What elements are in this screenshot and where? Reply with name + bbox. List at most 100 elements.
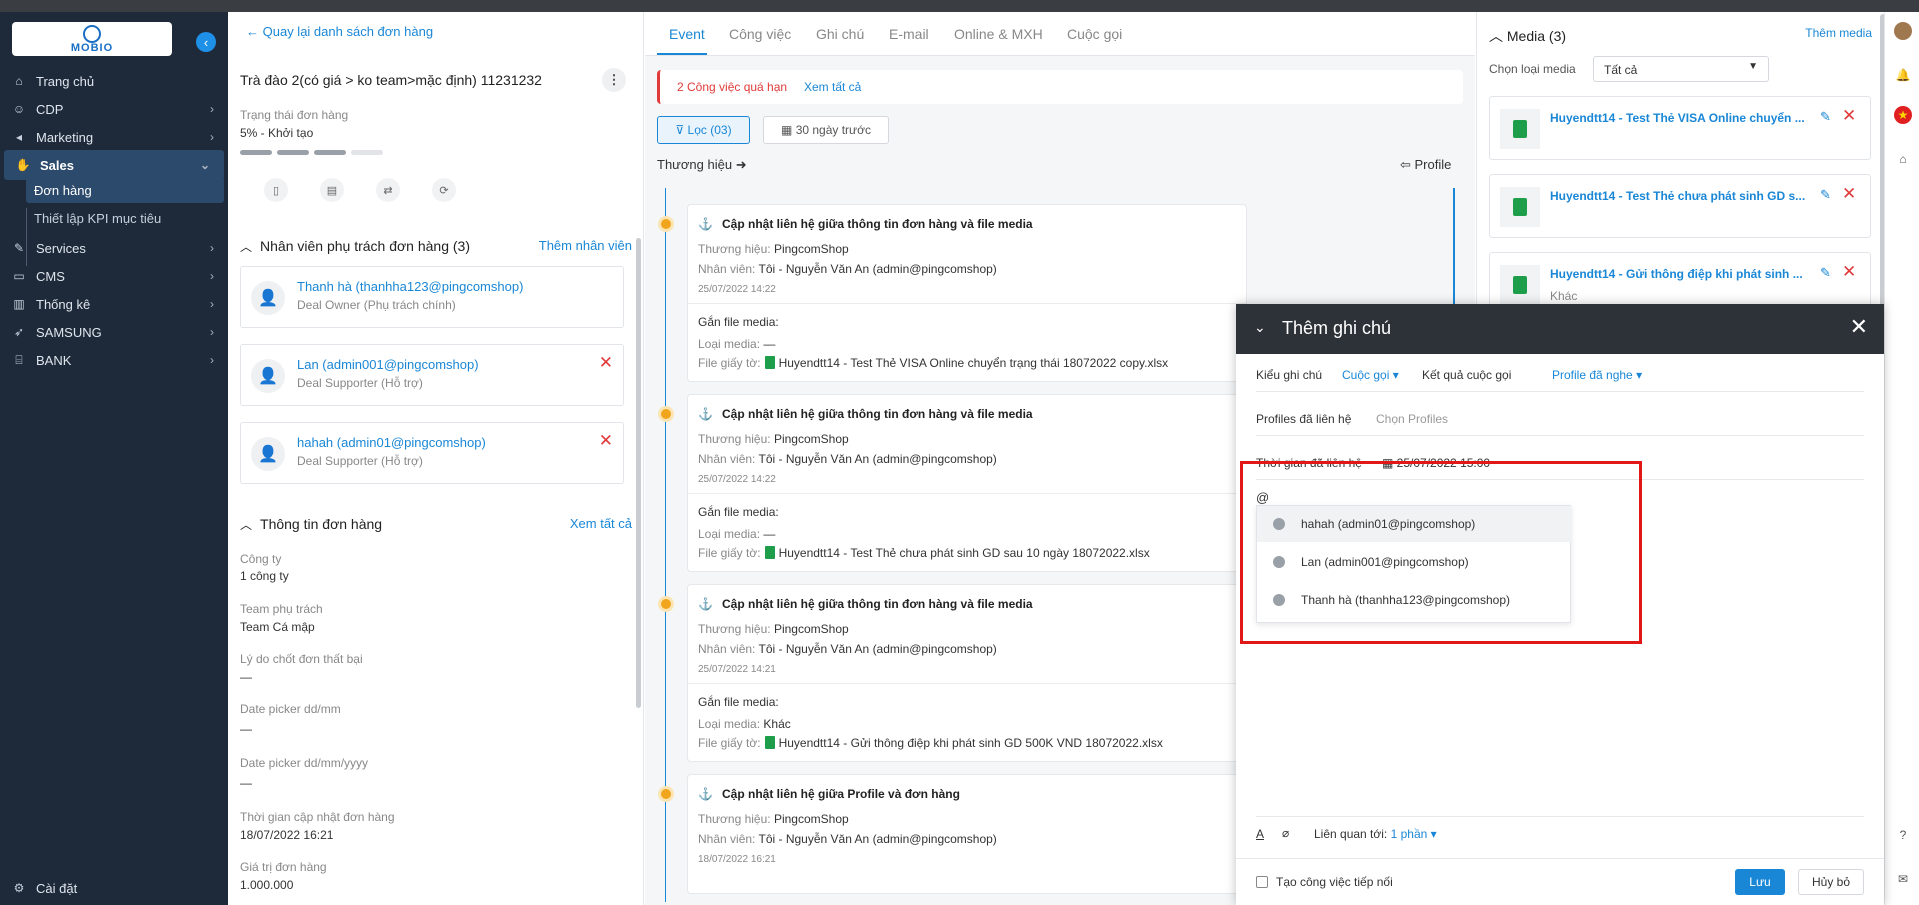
remove-staff-icon[interactable]: ✕ bbox=[599, 353, 613, 373]
assign-icon[interactable]: ⇄ bbox=[376, 178, 400, 202]
paperclip-icon[interactable]: ⌀ bbox=[1282, 826, 1289, 840]
sidebar-item-bank[interactable]: ⌸ BANK › bbox=[0, 345, 228, 375]
brand-field-label: Thương hiệu: bbox=[698, 622, 771, 636]
sidebar-item-sales[interactable]: ✋ Sales ⌄ bbox=[4, 150, 224, 180]
field-value: — bbox=[240, 722, 252, 736]
next-task-checkbox[interactable] bbox=[1256, 876, 1268, 888]
sidebar-item-stats[interactable]: ▥ Thống kê › bbox=[0, 289, 228, 319]
rocket-icon: ➶ bbox=[13, 325, 25, 339]
field-value: — bbox=[240, 670, 252, 684]
see-all-link[interactable]: Xem tất cả bbox=[570, 516, 632, 531]
tab-online[interactable]: Online & MXH bbox=[954, 26, 1043, 42]
mobio-logo[interactable]: MOBIO bbox=[12, 22, 172, 56]
related-dropdown[interactable]: 1 phần ▾ bbox=[1391, 827, 1437, 841]
gear-icon: ⚙ bbox=[13, 881, 25, 895]
sidebar-item-cdp[interactable]: ☺ CDP › bbox=[0, 94, 228, 124]
tab-calls[interactable]: Cuộc gọi bbox=[1067, 26, 1122, 42]
sidebar-item-settings[interactable]: ⚙ Cài đặt bbox=[0, 873, 228, 903]
chevron-right-icon: › bbox=[210, 241, 214, 255]
tab-notes[interactable]: Ghi chú bbox=[816, 26, 864, 42]
progress-step bbox=[277, 150, 309, 155]
edit-icon[interactable]: ✎ bbox=[1820, 109, 1831, 125]
filter-button[interactable]: ⊽ Lọc (03) bbox=[657, 116, 750, 144]
document-icon[interactable]: ▤ bbox=[320, 178, 344, 202]
media-type-value: — bbox=[763, 527, 776, 541]
bell-icon[interactable]: 🔔 bbox=[1894, 66, 1912, 84]
shop-icon[interactable]: ⌂ bbox=[1894, 150, 1912, 168]
tab-tasks[interactable]: Công việc bbox=[729, 26, 791, 42]
alert-text: 2 Công việc quá hạn bbox=[677, 80, 788, 94]
cancel-button[interactable]: Hủy bỏ bbox=[1798, 869, 1864, 895]
sidebar-item-services[interactable]: ✎ Services › bbox=[0, 233, 228, 263]
modal-title: Thêm ghi chú bbox=[1282, 318, 1392, 338]
media-file-name[interactable]: Huyendtt14 - Test Thẻ chưa phát sinh GD … bbox=[1550, 189, 1820, 203]
transfer-icon[interactable]: ⟳ bbox=[432, 178, 456, 202]
edit-icon[interactable]: ✎ bbox=[1820, 265, 1831, 281]
staff-name[interactable]: Thanh hà (thanhha123@pingcomshop) bbox=[297, 279, 523, 294]
note-type-dropdown[interactable]: Cuộc gọi ▾ bbox=[1342, 368, 1399, 382]
media-file-name[interactable]: Huyendtt14 - Test Thẻ VISA Online chuyển… bbox=[1550, 111, 1820, 125]
staff-name[interactable]: hahah (admin01@pingcomshop) bbox=[297, 435, 486, 450]
tab-event[interactable]: Event bbox=[669, 26, 705, 42]
info-section-header[interactable]: ︿ Thông tin đơn hàng Xem tất cả bbox=[240, 516, 632, 533]
media-type-select[interactable]: Tất cả ▼ bbox=[1593, 56, 1769, 82]
staff-section-header[interactable]: ︿ Nhân viên phụ trách đơn hàng (3) Thêm nh… bbox=[240, 238, 632, 255]
chevron-right-icon: › bbox=[210, 102, 214, 116]
timeline-dot bbox=[658, 406, 674, 422]
staff-role: Deal Owner (Phụ trách chính) bbox=[297, 298, 456, 312]
tab-email[interactable]: E-mail bbox=[889, 26, 929, 42]
close-icon[interactable]: ✕ bbox=[1850, 314, 1868, 340]
sidebar-item-cms[interactable]: ▭ CMS › bbox=[0, 261, 228, 291]
collapse-sidebar-button[interactable]: ‹ bbox=[196, 32, 216, 52]
add-media-link[interactable]: Thêm media bbox=[1805, 26, 1872, 40]
staff-name[interactable]: Lan (admin001@pingcomshop) bbox=[297, 357, 479, 372]
brand-timeline-toggle[interactable]: Thương hiệu ➜ bbox=[657, 157, 747, 173]
profiles-picker[interactable]: Chọn Profiles bbox=[1376, 412, 1448, 426]
user-avatar-icon[interactable] bbox=[1894, 22, 1912, 40]
sidebar-subitem-kpi[interactable]: Thiết lập KPI mục tiêu bbox=[26, 205, 224, 231]
remove-icon[interactable]: ✕ bbox=[1842, 184, 1856, 204]
sidebar-subitem-orders[interactable]: Đơn hàng bbox=[26, 177, 224, 203]
sidebar-item-marketing[interactable]: ◂ Marketing › bbox=[0, 122, 228, 152]
profile-timeline-toggle[interactable]: ⇦ Profile bbox=[1400, 157, 1451, 173]
save-button[interactable]: Lưu bbox=[1735, 869, 1785, 895]
anchor-icon: ⚓ bbox=[698, 787, 713, 801]
progress-step bbox=[314, 150, 346, 155]
chevron-down-icon[interactable]: ⌄ bbox=[1254, 319, 1266, 336]
text-format-icon[interactable]: A bbox=[1256, 827, 1264, 841]
event-title: Cập nhật liên hệ giữa thông tin đơn hàng… bbox=[722, 407, 1033, 421]
call-result-dropdown[interactable]: Profile đã nghe ▾ bbox=[1552, 368, 1642, 382]
field-label: Công ty bbox=[240, 552, 282, 566]
note-toolbar: A ⌀ Liên quan tới: 1 phần ▾ bbox=[1256, 816, 1864, 850]
progress-step bbox=[240, 150, 272, 155]
remove-icon[interactable]: ✕ bbox=[1842, 262, 1856, 282]
file-label: File giấy tờ: bbox=[698, 356, 761, 370]
add-staff-link[interactable]: Thêm nhân viên bbox=[539, 238, 632, 253]
chevron-down-icon: ⌄ bbox=[199, 158, 210, 172]
scrollbar[interactable] bbox=[636, 238, 641, 708]
media-file-card: Huyendtt14 - Test Thẻ VISA Online chuyển… bbox=[1489, 96, 1871, 160]
profile-label: Profile bbox=[1414, 157, 1452, 172]
date-range-button[interactable]: ▦ 30 ngày trước bbox=[763, 116, 889, 144]
brand-field-label: Thương hiệu: bbox=[698, 812, 771, 826]
remove-icon[interactable]: ✕ bbox=[1842, 106, 1856, 126]
alert-see-all-link[interactable]: Xem tất cả bbox=[804, 80, 861, 94]
staff-card: 👤 Thanh hà (thanhha123@pingcomshop) Deal… bbox=[240, 266, 624, 328]
file-name[interactable]: Huyendtt14 - Test Thẻ VISA Online chuyển… bbox=[779, 356, 1169, 370]
vietnam-flag-icon[interactable]: ★ bbox=[1894, 106, 1912, 124]
wrench-icon: ✎ bbox=[13, 241, 25, 255]
phone-icon[interactable]: ▯ bbox=[264, 178, 288, 202]
more-options-button[interactable]: ⋮ bbox=[602, 68, 626, 92]
file-name[interactable]: Huyendtt14 - Test Thẻ chưa phát sinh GD … bbox=[779, 546, 1150, 560]
chat-icon[interactable]: ✉ bbox=[1894, 870, 1912, 888]
file-name[interactable]: Huyendtt14 - Gửi thông điệp khi phát sin… bbox=[779, 736, 1163, 750]
edit-icon[interactable]: ✎ bbox=[1820, 187, 1831, 203]
remove-staff-icon[interactable]: ✕ bbox=[599, 431, 613, 451]
sidebar-item-home[interactable]: ⌂ Trang chủ bbox=[0, 66, 228, 96]
logo-mark-icon bbox=[83, 24, 101, 43]
media-file-name[interactable]: Huyendtt14 - Gửi thông điệp khi phát sin… bbox=[1550, 267, 1820, 281]
media-header[interactable]: ︿ Media (3) bbox=[1489, 26, 1566, 46]
help-icon[interactable]: ? bbox=[1894, 826, 1912, 844]
back-link[interactable]: ← Quay lại danh sách đơn hàng bbox=[246, 24, 433, 39]
sidebar-item-samsung[interactable]: ➶ SAMSUNG › bbox=[0, 317, 228, 347]
